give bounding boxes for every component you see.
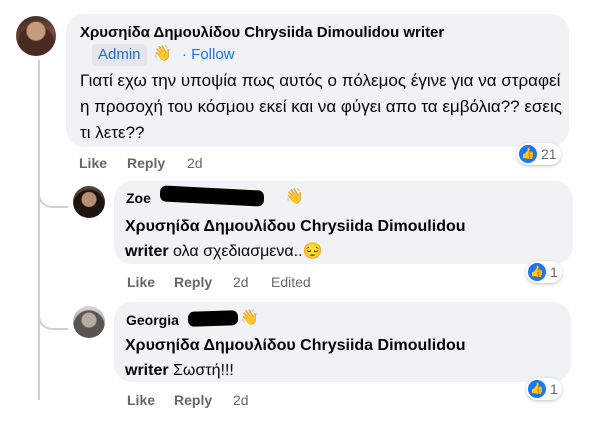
mention-link[interactable]: Χρυσηίδα Δημουλίδου Chrysiida Dimoulidou	[125, 337, 466, 354]
mention-link[interactable]: writer	[125, 243, 169, 260]
like-icon: 👍	[528, 263, 546, 281]
pensive-emoji: 😔	[302, 243, 323, 260]
comment-timestamp[interactable]: 2d	[187, 155, 203, 171]
like-icon: 👍	[519, 145, 537, 163]
reaction-count: 1	[550, 381, 558, 397]
reaction-summary[interactable]: 👍 1	[526, 261, 562, 283]
reply-button[interactable]: Reply	[174, 392, 212, 408]
comment-timestamp[interactable]: 2d	[233, 274, 249, 290]
reaction-count: 1	[550, 264, 558, 280]
comment-text: Χρυσηίδα Δημουλίδου Chrysiida Dimoulidou…	[125, 333, 565, 383]
reply-text: ολα σχεδιασμενα..	[168, 243, 303, 260]
reaction-count: 21	[541, 146, 557, 162]
follow-link[interactable]: · Follow	[182, 46, 235, 63]
avatar[interactable]	[16, 16, 56, 56]
mention-link[interactable]: writer	[125, 362, 169, 379]
wave-icon: 👋	[153, 45, 172, 62]
like-button[interactable]: Like	[79, 155, 107, 171]
reply-text: Σωστή!!!	[168, 362, 234, 379]
comment-author[interactable]: Zoe	[126, 190, 151, 206]
comment-timestamp[interactable]: 2d	[233, 392, 249, 408]
comment-text: Γιατί εχω την υποψία πως αυτός ο πόλεμος…	[80, 71, 562, 142]
thread-connector	[38, 300, 68, 330]
like-button[interactable]: Like	[127, 392, 155, 408]
reply-button[interactable]: Reply	[174, 274, 212, 290]
reaction-summary[interactable]: 👍 21	[517, 143, 561, 165]
like-icon: 👍	[528, 380, 546, 398]
thread-line	[38, 60, 40, 400]
avatar[interactable]	[73, 186, 105, 218]
edited-label: Edited	[271, 274, 311, 290]
wave-icon: 👋	[240, 309, 259, 326]
comment-author[interactable]: Georgia	[126, 312, 179, 328]
reaction-summary[interactable]: 👍 1	[526, 378, 562, 400]
redaction-mark	[187, 310, 239, 327]
reply-button[interactable]: Reply	[127, 155, 165, 171]
comment-text: Χρυσηίδα Δημουλίδου Chrysiida Dimoulidou…	[125, 214, 565, 264]
thread-connector	[38, 178, 68, 208]
like-button[interactable]: Like	[127, 274, 155, 290]
comment-author[interactable]: Χρυσηίδα Δημουλίδου Chrysiida Dimoulidou…	[80, 24, 444, 41]
admin-badge: Admin	[92, 44, 147, 66]
mention-link[interactable]: Χρυσηίδα Δημουλίδου Chrysiida Dimoulidou	[125, 218, 466, 235]
wave-icon: 👋	[285, 188, 304, 205]
avatar[interactable]	[73, 306, 105, 338]
